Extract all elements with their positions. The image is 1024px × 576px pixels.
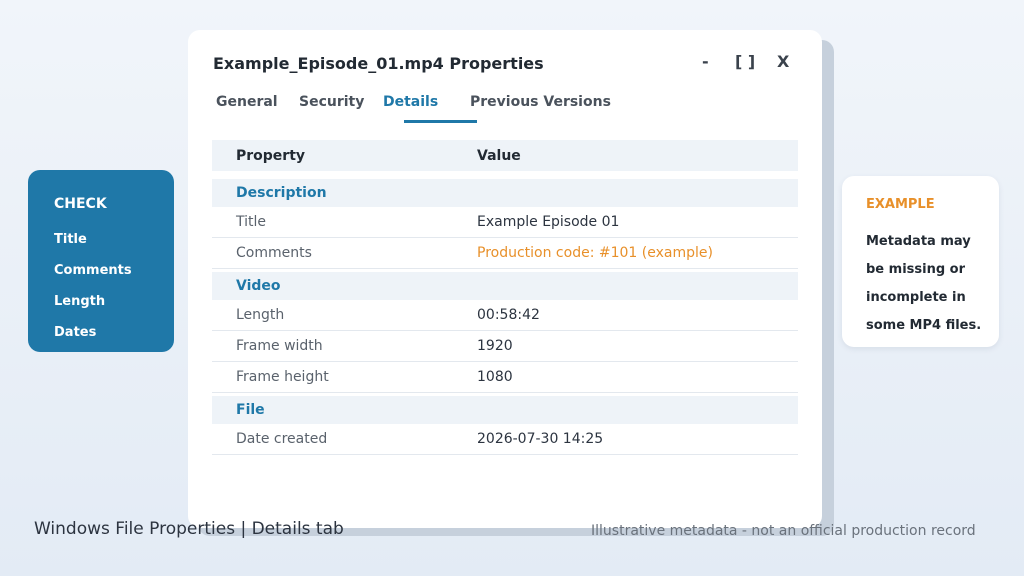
example-panel-text: Metadata may be missing or incomplete in… <box>866 234 982 333</box>
property-name: Date created <box>236 431 328 447</box>
property-name: Comments <box>236 245 312 261</box>
property-value: 1080 <box>477 369 513 385</box>
check-item-comments: Comments <box>54 263 132 278</box>
tab-security[interactable]: Security <box>299 94 364 124</box>
table-row[interactable]: Frame height 1080 <box>212 362 798 393</box>
properties-dialog: Example_Episode_01.mp4 Properties - [ ] … <box>188 30 822 528</box>
active-tab-indicator <box>404 120 477 123</box>
section-file: File <box>212 396 798 424</box>
column-header-value: Value <box>477 148 521 164</box>
check-item-title: Title <box>54 232 87 247</box>
column-header-property: Property <box>236 148 306 164</box>
close-button[interactable]: X <box>777 52 789 71</box>
example-panel-title: EXAMPLE <box>866 197 935 212</box>
tab-previous-versions[interactable]: Previous Versions <box>470 94 611 124</box>
property-name: Frame width <box>236 338 323 354</box>
table-row[interactable]: Length 00:58:42 <box>212 300 798 331</box>
maximize-button[interactable]: [ ] <box>735 52 755 71</box>
section-video: Video <box>212 272 798 300</box>
table-row[interactable]: Frame width 1920 <box>212 331 798 362</box>
table-header: Property Value <box>212 140 798 171</box>
property-value: 00:58:42 <box>477 307 540 323</box>
check-item-length: Length <box>54 294 106 309</box>
minimize-button[interactable]: - <box>702 52 709 71</box>
details-table: Property Value Description Title Example… <box>212 140 798 455</box>
property-value: 2026-07-30 14:25 <box>477 431 604 447</box>
section-label: Description <box>236 185 327 201</box>
section-label: Video <box>236 278 281 294</box>
table-row[interactable]: Title Example Episode 01 <box>212 207 798 238</box>
section-description: Description <box>212 179 798 207</box>
dialog-title: Example_Episode_01.mp4 Properties <box>213 54 544 73</box>
property-value: Production code: #101 (example) <box>477 245 713 261</box>
tab-general[interactable]: General <box>216 94 278 124</box>
footer-note: Illustrative metadata - not an official … <box>591 523 976 539</box>
check-panel: CHECK Title Comments Length Dates <box>28 170 174 352</box>
property-value: Example Episode 01 <box>477 214 620 230</box>
check-item-dates: Dates <box>54 325 97 340</box>
example-panel: EXAMPLE Metadata may be missing or incom… <box>842 176 999 347</box>
table-row[interactable]: Comments Production code: #101 (example) <box>212 238 798 269</box>
property-name: Frame height <box>236 369 329 385</box>
section-label: File <box>236 402 265 418</box>
property-name: Title <box>236 214 267 230</box>
property-name: Length <box>236 307 285 323</box>
footer-caption: Windows File Properties | Details tab <box>34 519 344 539</box>
property-value: 1920 <box>477 338 513 354</box>
table-row[interactable]: Date created 2026-07-30 14:25 <box>212 424 798 455</box>
check-panel-title: CHECK <box>54 196 107 212</box>
